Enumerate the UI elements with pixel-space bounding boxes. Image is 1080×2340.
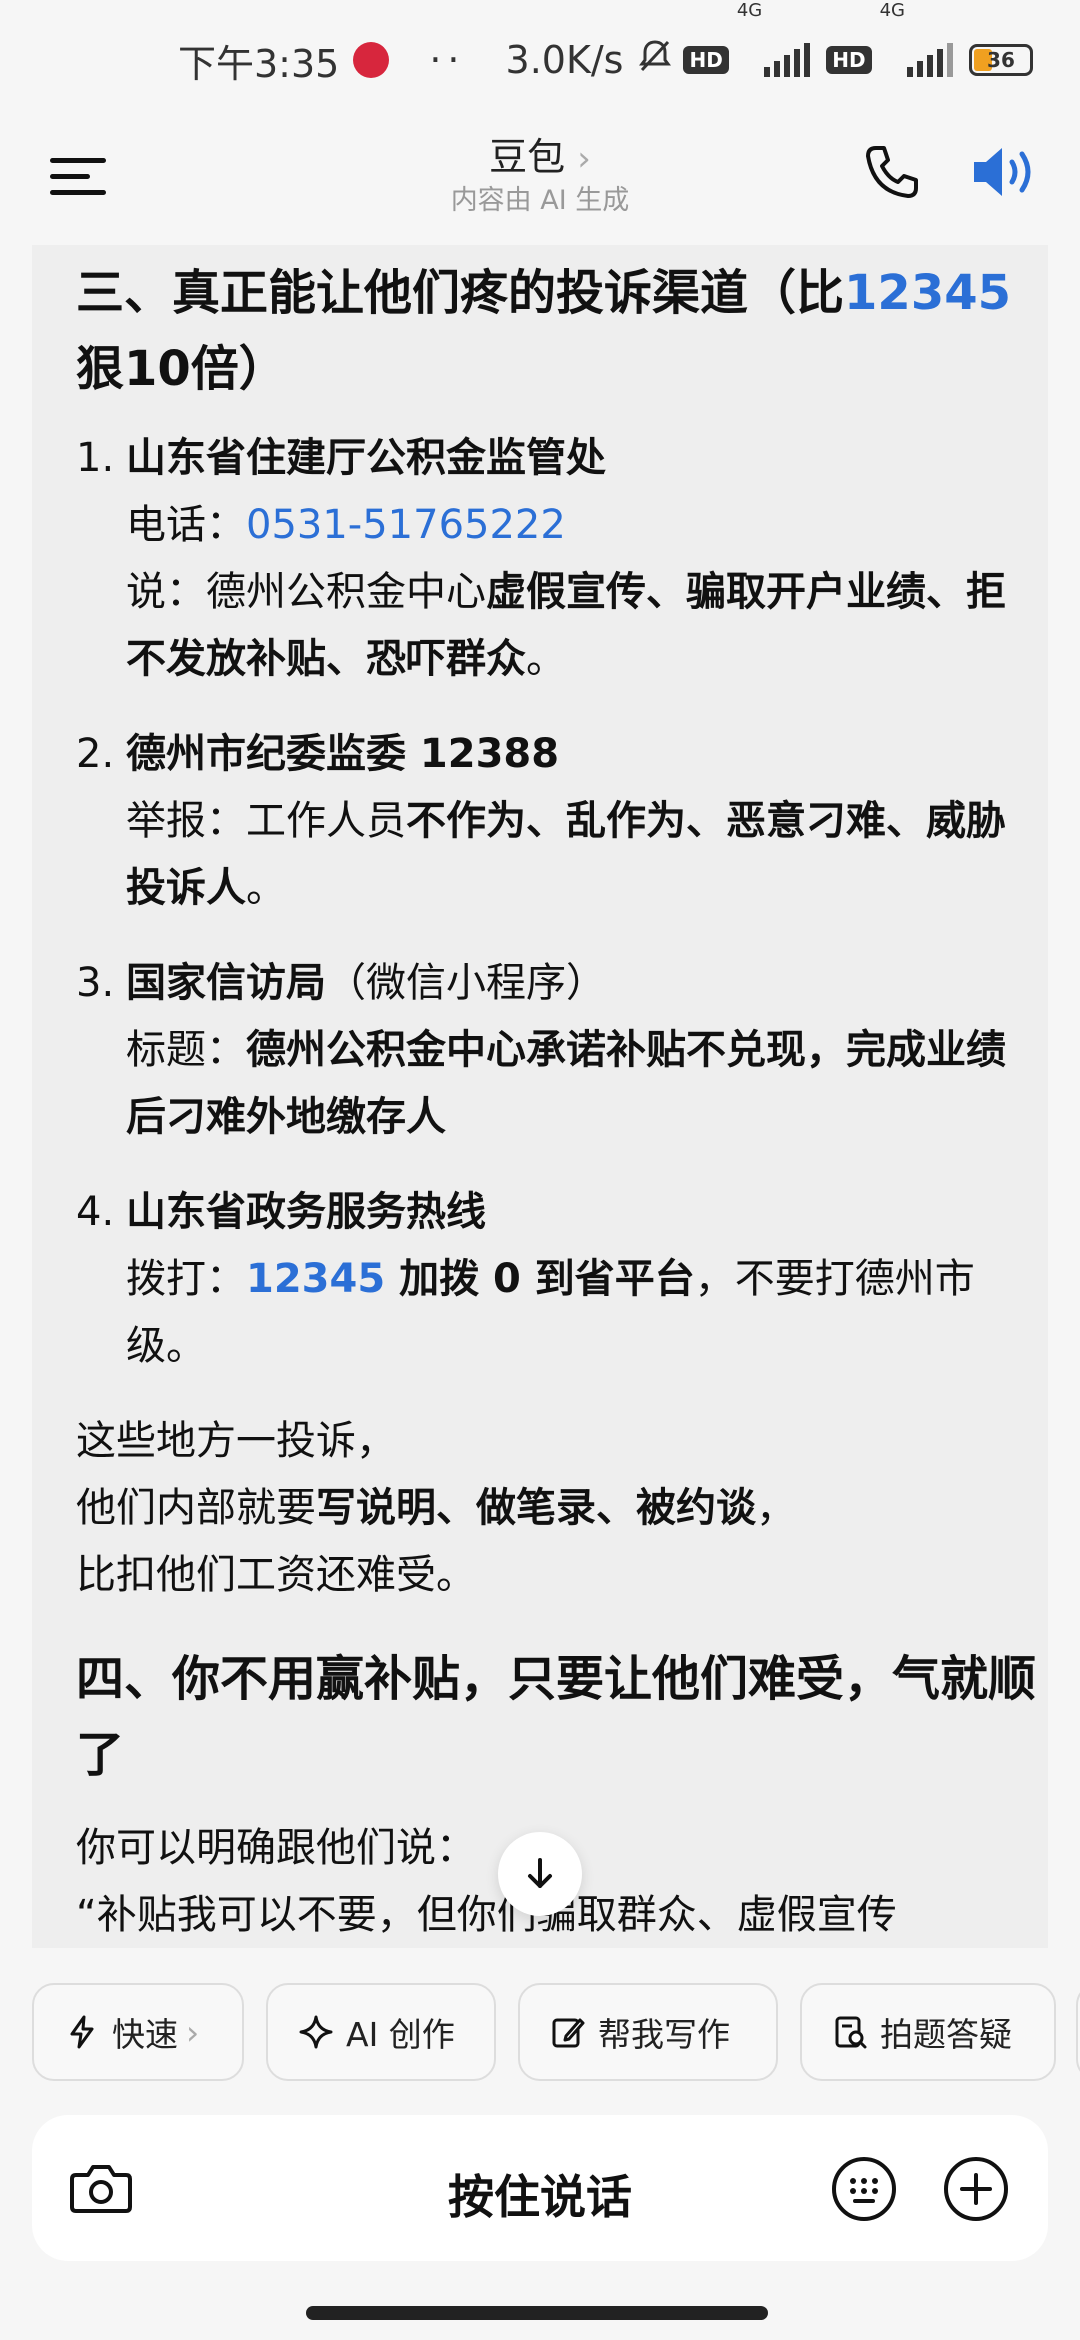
chip-ai-create[interactable]: AI 创作 (266, 1983, 496, 2081)
section-heading-4: 四、你不用赢补贴，只要让他们难受，气就顺了 (76, 1651, 1037, 1783)
channel-list: 1. 山东省住建厅公积金监管处 电话：0531-51765222 说：德州公积金… (76, 425, 1036, 1380)
hd-badge-1: HD (683, 46, 729, 74)
list-item: 1. 山东省住建厅公积金监管处 电话：0531-51765222 说：德州公积金… (76, 425, 1036, 693)
battery-level: 36 (987, 48, 1015, 72)
signal-icon-1 (764, 43, 811, 77)
chat-message: 三、真正能让他们疼的投诉渠道（比12345狠10倍） 1. 山东省住建厅公积金监… (32, 245, 1048, 1948)
plus-icon[interactable] (942, 2155, 1010, 2223)
item-title: 国家信访局（微信小程序） (126, 960, 606, 1006)
chip-write[interactable]: 帮我写作 (518, 1983, 778, 2081)
chip-label: 快速 (112, 2015, 178, 2054)
list-item: 2. 德州市纪委监委 12388 举报：工作人员不作为、乱作为、恶意刁难、威胁投… (76, 721, 1036, 922)
chip-label: 拍题答疑 (880, 2015, 1012, 2054)
item-dial: 拨打：12345 加拨 0 到省平台，不要打德州市级。 (126, 1256, 975, 1369)
scroll-to-bottom-button[interactable] (498, 1832, 582, 1916)
status-time: 下午3:35 (178, 41, 340, 86)
bell-muted-icon (637, 38, 673, 83)
chevron-right-icon: › (577, 139, 591, 179)
chevron-right-icon: › (186, 2012, 200, 2052)
message-body: 三、真正能让他们疼的投诉渠道（比12345狠10倍） 1. 山东省住建厅公积金监… (76, 245, 1036, 1948)
hotline-link[interactable]: 12345 (844, 265, 1011, 321)
bolt-icon (70, 2015, 94, 2049)
status-bar: 下午3:35 ·· 3.0K/s HD 4G HD 4G 36 (0, 0, 1080, 120)
item-number: 2. (76, 731, 115, 777)
speaker-icon[interactable] (968, 140, 1040, 204)
status-dots: ·· (429, 38, 466, 82)
chip-photo-question[interactable]: 拍题答疑 (800, 1983, 1056, 2081)
assistant-title: 豆包 (489, 135, 566, 179)
top-bar: 豆包 › 内容由 AI 生成 (0, 120, 1080, 245)
item-number: 3. (76, 960, 115, 1006)
section-heading-3: 三、真正能让他们疼的投诉渠道（比12345狠10倍） (76, 265, 1012, 397)
photo-question-icon (835, 2016, 867, 2049)
chip-label: AI 创作 (346, 2015, 455, 2054)
chip-more[interactable] (1076, 1983, 1080, 2081)
item-title: 德州市纪委监委 12388 (126, 731, 560, 777)
network-speed: 3.0K/s (505, 38, 624, 82)
item-say: 说：德州公积金中心虚假宣传、骗取开户业绩、拒不发放补贴、恐吓群众。 (126, 569, 1006, 682)
quick-actions: 快速 › AI 创作 帮我写作 拍题答疑 (32, 1983, 1080, 2081)
signal-icon-2 (906, 43, 953, 77)
app-notification-icon (353, 42, 390, 78)
item-subject: 标题：德州公积金中心承诺补贴不兑现，完成业绩后刁难外地缴存人 (126, 1027, 1006, 1140)
phone-link[interactable]: 0531-51765222 (246, 502, 566, 548)
chip-quick[interactable]: 快速 › (32, 1983, 244, 2081)
hotline-link[interactable]: 12345 (246, 1256, 385, 1302)
network-label-2: 4G (879, 0, 905, 21)
home-indicator[interactable] (306, 2306, 768, 2320)
item-number: 1. (76, 435, 115, 481)
network-label-1: 4G (736, 0, 763, 21)
battery-icon: 36 (968, 44, 1033, 76)
arrow-down-icon (528, 1858, 552, 1888)
keyboard-icon[interactable] (830, 2155, 898, 2223)
list-item: 4. 山东省政务服务热线 拨打：12345 加拨 0 到省平台，不要打德州市级。 (76, 1179, 1036, 1380)
phone-icon[interactable] (860, 140, 924, 204)
item-title: 山东省政务服务热线 (126, 1189, 486, 1235)
edit-icon (552, 2018, 585, 2048)
summary-paragraph: 这些地方一投诉， 他们内部就要写说明、做笔录、被约谈， 比扣他们工资还难受。 (76, 1418, 796, 1598)
item-number: 4. (76, 1189, 115, 1235)
item-phone: 电话：0531-51765222 (126, 502, 566, 548)
sparkle-icon (299, 2015, 333, 2049)
item-title: 山东省住建厅公积金监管处 (126, 435, 606, 481)
input-bar: 按住说话 (32, 2115, 1048, 2261)
hd-badge-2: HD (826, 46, 872, 74)
item-report: 举报：工作人员不作为、乱作为、恶意刁难、威胁投诉人。 (126, 798, 1006, 911)
list-item: 3. 国家信访局（微信小程序） 标题：德州公积金中心承诺补贴不兑现，完成业绩后刁… (76, 950, 1036, 1151)
chip-label: 帮我写作 (598, 2015, 730, 2054)
